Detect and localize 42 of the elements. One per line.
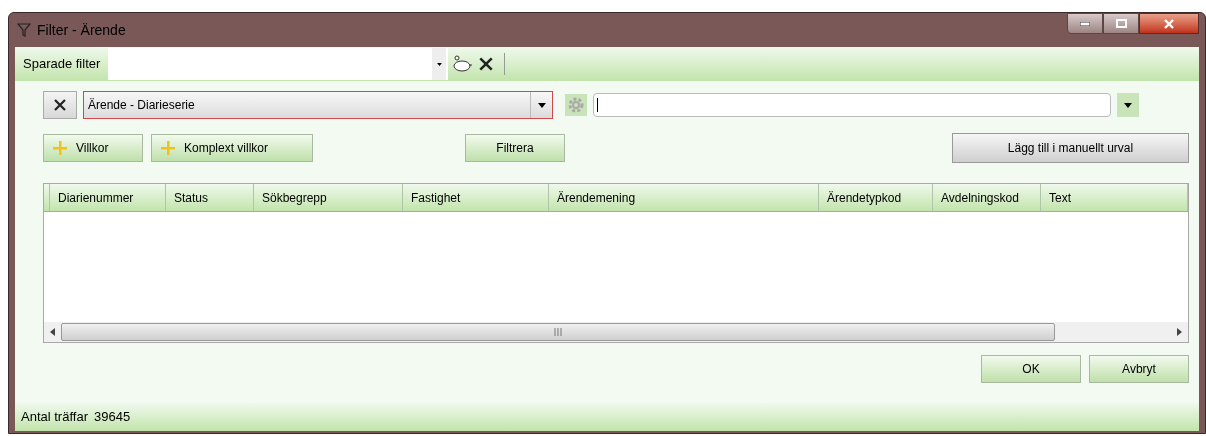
- caret-icon: [436, 62, 442, 66]
- column-header[interactable]: Fastighet: [403, 184, 549, 211]
- cancel-button[interactable]: Avbryt: [1089, 355, 1189, 383]
- scrollbar-thumb[interactable]: [61, 323, 1055, 341]
- column-header[interactable]: Text: [1041, 184, 1188, 211]
- saved-filter-label: Sparade filter: [22, 55, 102, 74]
- horizontal-scrollbar[interactable]: [44, 322, 1188, 342]
- minimize-button[interactable]: [1067, 13, 1103, 34]
- close-icon: [53, 98, 67, 112]
- close-button[interactable]: [1139, 13, 1199, 34]
- filter-button[interactable]: Filtrera: [465, 134, 565, 162]
- add-condition-button[interactable]: Villkor: [43, 134, 143, 162]
- add-complex-condition-button[interactable]: Komplext villkor: [151, 134, 313, 162]
- column-header[interactable]: Avdelningskod: [933, 184, 1041, 211]
- remove-condition-button[interactable]: [43, 91, 77, 119]
- hit-count: 39645: [93, 408, 131, 427]
- column-header[interactable]: Ärendetypkod: [819, 184, 933, 211]
- field-dropdown[interactable]: Ärende - Diarieserie: [83, 91, 553, 119]
- caret-icon: [1124, 102, 1132, 108]
- value-dropdown-button[interactable]: [1117, 93, 1139, 117]
- minimize-icon: [1080, 21, 1090, 26]
- maximize-button[interactable]: [1103, 13, 1139, 34]
- add-to-manual-selection-button[interactable]: Lägg till i manuellt urval: [952, 133, 1189, 163]
- value-field[interactable]: [593, 93, 1111, 117]
- window-title: Filter - Ärende: [37, 20, 126, 40]
- column-header[interactable]: Status: [166, 184, 254, 211]
- gear-icon: [565, 94, 587, 116]
- grip-icon: [554, 328, 562, 336]
- ok-button[interactable]: OK: [981, 355, 1081, 383]
- close-icon: [478, 56, 495, 72]
- plus-icon: [160, 140, 176, 156]
- column-header[interactable]: Ärendemening: [549, 184, 819, 211]
- plus-icon: [52, 140, 68, 156]
- hit-count-label: Antal träffar: [21, 408, 88, 427]
- scroll-left-icon: [50, 328, 55, 336]
- caret-icon: [537, 102, 546, 108]
- funnel-icon: [17, 23, 31, 37]
- column-header[interactable]: Sökbegrepp: [254, 184, 403, 211]
- scroll-right-icon: [1177, 328, 1182, 336]
- column-header[interactable]: Diarienummer: [50, 184, 166, 211]
- close-icon: [1163, 18, 1175, 29]
- maximize-icon: [1115, 19, 1127, 28]
